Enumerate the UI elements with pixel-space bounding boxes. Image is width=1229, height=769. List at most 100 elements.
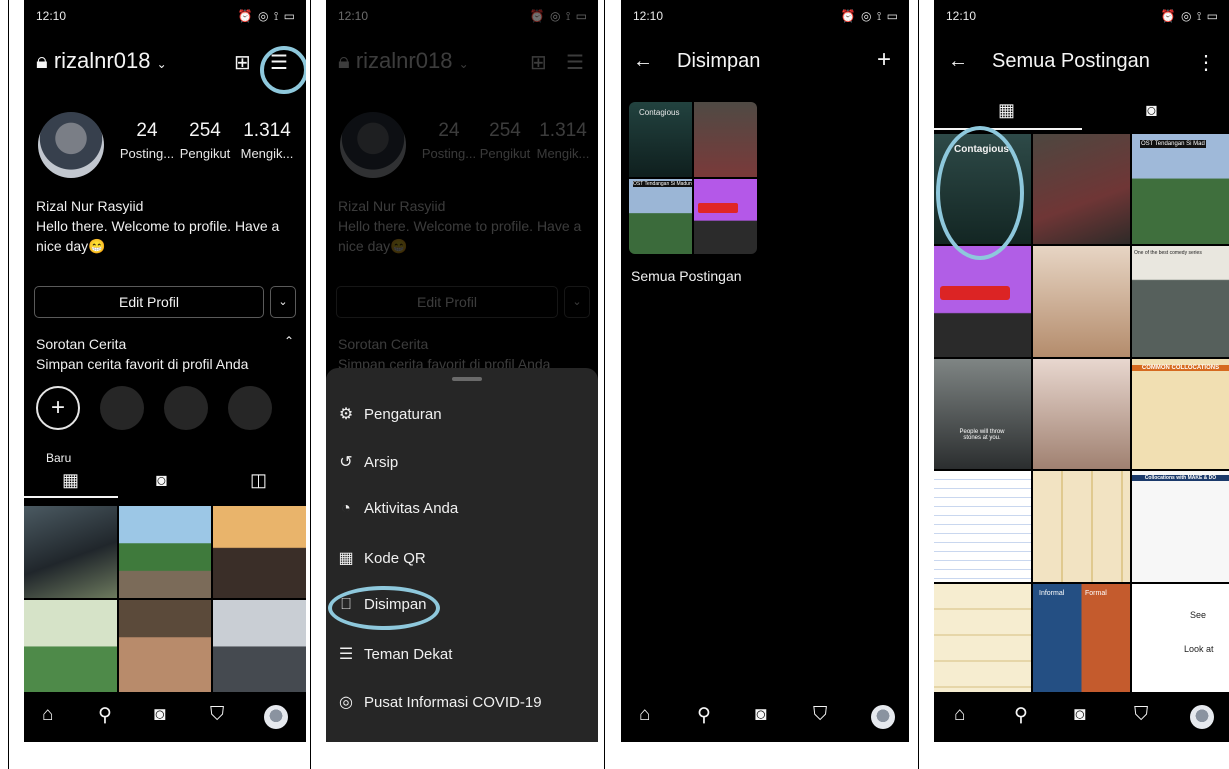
panel-border [604,0,605,769]
saved-post-tile[interactable] [934,583,1031,694]
bottom-nav: ⌂ ⚲ ◙ ⛉ [934,692,1229,742]
active-tab-indicator [934,128,1082,130]
tile-text: COMMON COLLOCATIONS [1132,364,1229,371]
saved-post-tile[interactable]: OST Tendangan Si Mad [1132,134,1229,245]
saved-post-tile[interactable]: Collocations with MAKE & DO [1132,471,1229,582]
home-icon[interactable]: ⌂ [639,704,650,726]
collection-all-posts-thumbnail[interactable]: Contagious OST Tendangan Si Madun [629,102,757,254]
page-title: Disimpan [677,50,761,72]
stat-posts[interactable]: 24 Posting... [114,120,180,161]
saved-post-tile[interactable] [1033,471,1130,582]
reels-icon[interactable]: ◙ [755,704,766,726]
menu-item-close-friends[interactable]: ☰ Teman Dekat [336,644,453,672]
stat-following[interactable]: 1.314 Mengik... [234,120,300,161]
menu-item-settings[interactable]: ⚙ Pengaturan [336,404,442,432]
reels-tab-icon[interactable]: ◙ [156,470,167,491]
close-friends-icon: ☰ [338,646,354,663]
saved-post-tile[interactable] [934,246,1031,357]
stat-followers-label: Pengikut [179,146,231,161]
post-thumbnail[interactable] [118,600,212,692]
archive-icon: ↺ [339,454,353,471]
reels-icon[interactable]: ◙ [154,704,165,726]
collection-tile [694,102,757,177]
status-bar: 12:10 ⏰ ◎ ⟟ ▭ [621,0,909,34]
tile-text: OST Tendangan Si Madun [633,181,692,187]
reels-icon[interactable]: ◙ [1074,704,1085,726]
collection-label[interactable]: Semua Postingan [631,268,742,284]
tile-text: One of the best comedy series [1134,250,1202,257]
stat-following-label: Mengik... [240,146,294,161]
shop-icon[interactable]: ⛉ [1134,704,1148,726]
highlight-placeholder [100,386,144,430]
profile-avatar[interactable] [38,112,104,178]
grid-tab-icon[interactable]: ▦ [998,100,1015,121]
menu-item-label: Teman Dekat [364,646,453,663]
tile-text: Collocations with MAKE & DO [1132,475,1229,482]
panel-border [310,0,311,769]
tile-text: Look at [1184,643,1214,654]
status-icons: ⏰ ◎ ⟟ ▭ [840,9,899,23]
home-icon[interactable]: ⌂ [42,704,53,726]
saved-post-tile[interactable]: Informal Formal [1033,583,1130,694]
status-icons: ⏰ ◎ ⟟ ▭ [237,9,296,23]
menu-item-qr-code[interactable]: ▦ Kode QR [336,548,425,576]
saved-post-tile[interactable] [1033,246,1130,357]
reels-tab-icon[interactable]: ◙ [1146,100,1157,121]
collection-tile: OST Tendangan Si Madun [629,179,692,254]
tagged-tab-icon[interactable]: ◫ [250,470,267,491]
highlights-subtitle: Simpan cerita favorit di profil Anda [36,356,249,372]
highlight-ring-menu [260,46,306,94]
new-highlight-button[interactable]: + [36,386,80,430]
more-options-icon[interactable]: ⋮ [1196,50,1216,75]
page-title: Semua Postingan [992,50,1150,72]
menu-item-your-activity[interactable]: ◔ Aktivitas Anda [336,500,458,528]
suggestions-dropdown-button[interactable]: ⌄ [270,286,296,318]
shop-icon[interactable]: ⛉ [813,704,827,726]
menu-item-label: Pengaturan [364,406,442,423]
stat-followers[interactable]: 254 Pengikut [172,120,238,161]
post-thumbnail[interactable] [118,506,212,598]
username-switcher[interactable]: 🔒︎ rizalnr018 ⌄ [36,48,167,74]
edit-profile-button[interactable]: Edit Profil [34,286,264,318]
new-highlight-label: Baru [46,451,72,465]
grid-tab-icon[interactable]: ▦ [62,470,79,491]
back-arrow-icon[interactable]: ← [948,50,968,73]
tile-text: OST Tendangan Si Mad [1140,140,1206,148]
post-grid [24,506,306,692]
post-thumbnail[interactable] [213,600,306,692]
saved-post-tile[interactable] [1033,134,1130,245]
search-icon[interactable]: ⚲ [697,704,711,727]
highlight-placeholder [164,386,208,430]
post-thumbnail[interactable] [213,506,306,598]
saved-post-tile[interactable]: See Look at [1132,583,1229,694]
profile-avatar-nav[interactable] [1190,705,1214,729]
profile-avatar-nav[interactable] [264,705,288,729]
search-icon[interactable]: ⚲ [1014,704,1028,727]
shop-icon[interactable]: ⛉ [210,704,224,726]
active-tab-indicator [24,496,118,498]
search-icon[interactable]: ⚲ [98,704,112,727]
new-collection-icon[interactable]: + [877,46,891,74]
saved-post-tile[interactable]: COMMON COLLOCATIONS [1132,358,1229,470]
back-arrow-icon[interactable]: ← [633,50,653,73]
menu-item-archive[interactable]: ↺ Arsip [336,452,398,480]
post-thumbnail[interactable] [24,600,117,692]
backdrop[interactable] [326,0,598,370]
menu-item-covid-info[interactable]: ◎ Pusat Informasi COVID-19 [336,692,542,720]
profile-avatar-nav[interactable] [871,705,895,729]
collection-tile-shape [698,203,738,213]
covid-info-icon: ◎ [339,694,353,711]
tile-text: See [1190,609,1207,620]
saved-post-tile[interactable] [934,471,1031,582]
saved-post-tile[interactable]: People will throw stones at you. [934,358,1031,470]
tile-text: Formal [1085,589,1107,597]
add-icon[interactable]: ⊞ [234,50,251,75]
saved-post-tile[interactable]: One of the best comedy series [1132,246,1229,357]
collapse-icon[interactable]: ⌃ [284,334,294,348]
tile-shape [940,286,1010,301]
post-thumbnail[interactable] [24,506,117,598]
sheet-handle[interactable] [452,377,482,381]
highlight-ring-saved [328,586,440,630]
saved-post-tile[interactable] [1033,358,1130,470]
home-icon[interactable]: ⌂ [954,704,965,726]
